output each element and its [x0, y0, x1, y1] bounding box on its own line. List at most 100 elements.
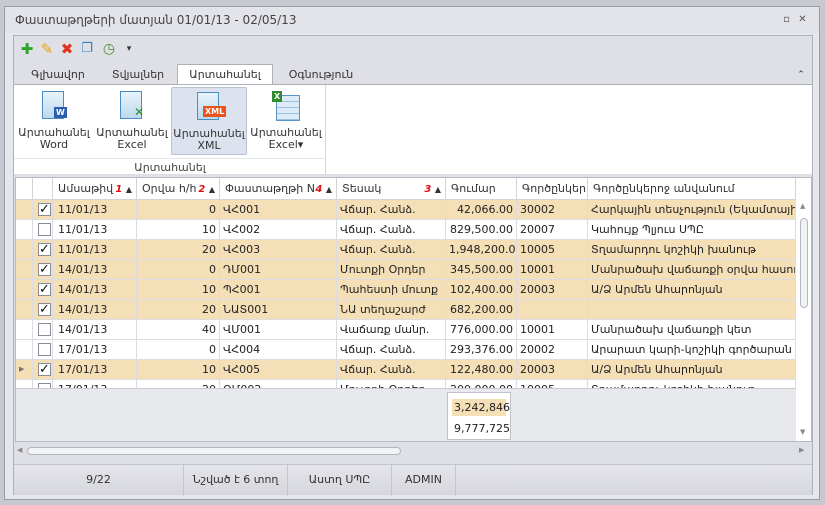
- collapse-ribbon-icon[interactable]: ⌃: [794, 66, 808, 84]
- row-checkbox[interactable]: ✓: [38, 243, 51, 256]
- sort-order: 3: [424, 184, 432, 195]
- add-icon[interactable]: ✚: [18, 40, 36, 58]
- cell-date: 14/01/13: [53, 300, 137, 320]
- export-xml-button[interactable]: XML Արտահանել XML: [171, 87, 247, 155]
- row-checkbox[interactable]: [38, 343, 51, 356]
- cell-type: Պահեստի մուտք: [337, 280, 446, 300]
- row-checkbox-cell[interactable]: ✓: [33, 280, 53, 300]
- table-row[interactable]: 11/01/13 10 ՎՀ002 Վճար. Հանձ. 829,500.00 2000…: [16, 220, 796, 240]
- row-checkbox[interactable]: ✓: [38, 303, 51, 316]
- cell-num: 0: [137, 260, 220, 280]
- cell-partner: 20003: [517, 360, 588, 380]
- edit-icon[interactable]: ✎: [38, 40, 56, 58]
- row-checkbox-cell[interactable]: ✓: [33, 200, 53, 220]
- scroll-thumb[interactable]: [800, 218, 808, 308]
- documents-grid: Ամսաթիվ 1 ▲ Օրվա h/h 2 ▲ Փաստաթղթի N4 ▲ Տեսակ…: [15, 177, 812, 442]
- cell-sum: 122,480.00: [446, 360, 517, 380]
- row-checkbox[interactable]: ✓: [38, 263, 51, 276]
- table-row[interactable]: ✓ 11/01/13 0 ՎՀ001 Վճար. Հանձ. 42,066.00 30002…: [16, 200, 796, 220]
- tab-export[interactable]: Արտահանել: [177, 64, 273, 84]
- column-header-name[interactable]: Գործընկերոջ անվանում: [588, 178, 796, 200]
- row-checkbox[interactable]: ✓: [38, 363, 51, 376]
- status-bar: 9/22 Նշված է 6 տող Աստղ ՍՊԸ ADMIN: [14, 464, 812, 496]
- marked-rows: Նշված է 6 տող: [184, 465, 288, 496]
- export-excel-button[interactable]: ✕ Արտահանել Excel: [94, 87, 170, 155]
- column-header-num[interactable]: Օրվա h/h 2 ▲: [137, 178, 220, 200]
- cell-name: Մանրածախ վաճառքի կետ: [588, 320, 796, 340]
- restore-icon[interactable]: ▫: [781, 14, 792, 25]
- dropdown-icon[interactable]: ▾: [120, 40, 138, 58]
- horizontal-scrollbar[interactable]: ◀ ▶: [15, 444, 812, 458]
- row-checkbox-cell[interactable]: ✓: [33, 360, 53, 380]
- row-indicator: [16, 320, 33, 340]
- row-checkbox[interactable]: ✓: [38, 283, 51, 296]
- tab-data[interactable]: Տվյալներ: [98, 66, 178, 84]
- table-row[interactable]: 14/01/13 40 ՎՄ001 Վաճառք մանր. 776,000.00 100…: [16, 320, 796, 340]
- cell-partner: 10001: [517, 320, 588, 340]
- column-header-date[interactable]: Ամսաթիվ 1 ▲: [53, 178, 137, 200]
- xml-icon: XML: [195, 92, 227, 124]
- row-indicator: ▶: [16, 360, 33, 380]
- table-row[interactable]: ✓ 14/01/13 10 ՊՀ001 Պահեստի մուտք 102,400.00 2…: [16, 280, 796, 300]
- row-checkbox-cell[interactable]: ✓: [33, 240, 53, 260]
- table-row[interactable]: ✓ 11/01/13 20 ՎՀ003 Վճար. Հանձ. 1,948,200.00 1…: [16, 240, 796, 260]
- tab-help[interactable]: Օգնություն: [276, 66, 366, 84]
- scroll-up-icon[interactable]: ▲: [800, 202, 805, 210]
- cell-type: Վճար. Հանձ.: [337, 200, 446, 220]
- row-indicator: [16, 200, 33, 220]
- cell-partner: [517, 300, 588, 320]
- tab-main[interactable]: Գլխավոր: [18, 66, 98, 84]
- vertical-scrollbar[interactable]: ▲ ▼: [797, 200, 811, 440]
- cell-name: Արարատ կարի-կոշիկի գործարան: [588, 340, 796, 360]
- cell-sum: 1,948,200.00: [446, 240, 517, 260]
- row-indicator: [16, 260, 33, 280]
- cell-date: 11/01/13: [53, 240, 137, 260]
- cell-name: Ա/Ձ Արմեն Ահարոնյան: [588, 280, 796, 300]
- row-checkbox-cell[interactable]: ✓: [33, 300, 53, 320]
- close-icon[interactable]: ✕: [797, 14, 808, 25]
- scroll-down-icon[interactable]: ▼: [800, 428, 805, 436]
- table-row[interactable]: 17/01/13 0 ՎՀ004 Վճար. Հանձ. 293,376.00 20002…: [16, 340, 796, 360]
- table-row[interactable]: ✓ 14/01/13 20 ՆԱՏ001 ՆԱ տեղաշարժ 682,200.00: [16, 300, 796, 320]
- cell-doc: ՎՄ001: [220, 320, 337, 340]
- column-label: Գործընկեր: [522, 182, 586, 195]
- row-checkbox-cell[interactable]: [33, 340, 53, 360]
- grid-footer: 3,242,846 9,777,725: [16, 388, 796, 441]
- export-word-button[interactable]: W Արտահանել Word: [16, 87, 92, 155]
- column-header-partner[interactable]: Գործընկեր: [517, 178, 588, 200]
- row-checkbox-cell[interactable]: ✓: [33, 260, 53, 280]
- row-checkbox-cell[interactable]: [33, 320, 53, 340]
- cell-name: Տղամարդու կոշիկի խանութ: [588, 240, 796, 260]
- cell-num: 40: [137, 320, 220, 340]
- column-label: Փաստաթղթի N: [225, 182, 315, 195]
- column-header-type[interactable]: Տեսակ 3 ▲: [337, 178, 446, 200]
- check-header[interactable]: [33, 178, 53, 200]
- cell-sum: 829,500.00: [446, 220, 517, 240]
- row-checkbox[interactable]: [38, 323, 51, 336]
- scroll-left-icon[interactable]: ◀: [17, 446, 22, 454]
- table-row[interactable]: ✓ 14/01/13 0 ԴՄ001 Մուտքի Օրդեր 345,500.00 100…: [16, 260, 796, 280]
- scroll-right-icon[interactable]: ▶: [799, 446, 804, 454]
- sort-order: 1: [115, 184, 123, 195]
- scroll-thumb[interactable]: [27, 447, 401, 455]
- sort-order: 2: [198, 184, 206, 195]
- column-label: Ամսաթիվ: [58, 182, 114, 195]
- history-icon[interactable]: ◷: [100, 40, 118, 58]
- row-indicator: [16, 240, 33, 260]
- cell-partner: 10005: [517, 240, 588, 260]
- table-row[interactable]: ▶ ✓ 17/01/13 10 ՎՀ005 Վճար. Հանձ. 122,480.00 2…: [16, 360, 796, 380]
- copy-icon[interactable]: ❐: [78, 40, 96, 58]
- row-checkbox[interactable]: [38, 223, 51, 236]
- row-checkbox-cell[interactable]: [33, 220, 53, 240]
- column-header-sum[interactable]: Գումար: [446, 178, 517, 200]
- export-excel-dropdown-button[interactable]: X Արտահանել Excel▾: [248, 87, 324, 155]
- delete-icon[interactable]: ✖: [58, 40, 76, 58]
- column-label: Տեսակ: [342, 182, 382, 195]
- row-checkbox[interactable]: ✓: [38, 203, 51, 216]
- cell-partner: 10001: [517, 260, 588, 280]
- cell-num: 20: [137, 240, 220, 260]
- cell-name: Հարկային տեսչություն (Եկամտայի: [588, 200, 796, 220]
- column-header-doc[interactable]: Փաստաթղթի N4 ▲: [220, 178, 337, 200]
- row-indicator: [16, 220, 33, 240]
- ribbon: W Արտահանել Word ✕ Արտահանել Excel XML Արտ…: [14, 84, 812, 175]
